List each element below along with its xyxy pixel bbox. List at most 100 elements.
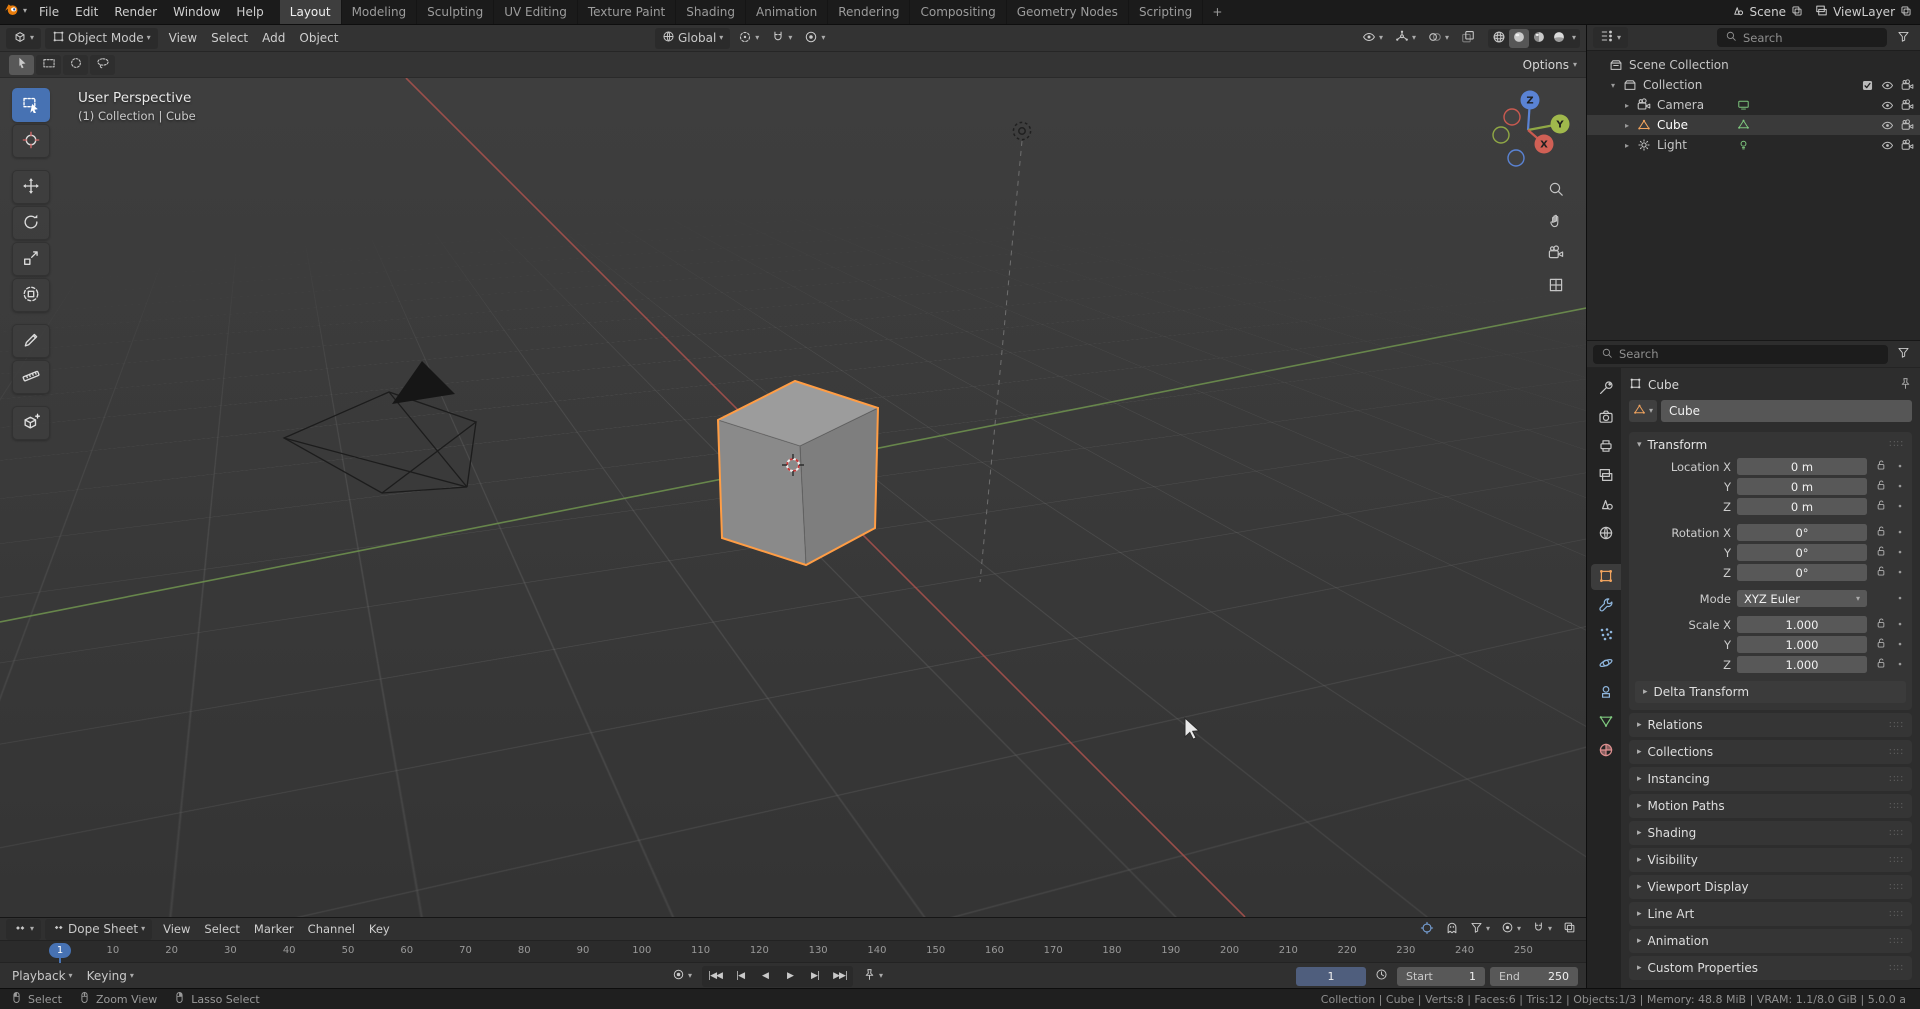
animate-dot[interactable] — [1894, 618, 1906, 632]
object-name-input[interactable] — [1661, 400, 1912, 422]
workspace-tab-texture-paint[interactable]: Texture Paint — [578, 0, 677, 24]
pan-button[interactable] — [1544, 210, 1568, 234]
transport-play[interactable]: ▶ — [778, 967, 802, 986]
outliner-search[interactable]: Search — [1717, 28, 1887, 47]
outliner-row-camera[interactable]: ▸ Camera — [1587, 95, 1920, 115]
camera-toggle[interactable] — [1901, 78, 1914, 92]
viewport-menu-object[interactable]: Object — [292, 31, 345, 45]
frame-start-field[interactable]: Start 1 — [1397, 966, 1485, 986]
timeline-ruler[interactable]: 10 20 30 40 50 60 70 80 90 100 110 120 130 140 150 160 1… — [0, 941, 1586, 964]
lock-icon[interactable] — [1873, 565, 1888, 580]
properties-tab-render[interactable] — [1591, 405, 1621, 431]
properties-tab-view-layer[interactable] — [1591, 463, 1621, 489]
panel-viewport-display[interactable]: ▸ Viewport Display ∷∷ — [1629, 875, 1912, 899]
shading-solid-button[interactable] — [1508, 28, 1529, 48]
move-tool-button[interactable] — [12, 170, 50, 204]
eye-toggle[interactable] — [1881, 99, 1894, 112]
new-scene-icon[interactable] — [1791, 5, 1803, 20]
panel-drag-handle[interactable]: ∷∷ — [1889, 801, 1904, 812]
keying-popover[interactable]: Keying ▾ — [83, 966, 138, 987]
panel-drag-handle[interactable]: ∷∷ — [1889, 936, 1904, 947]
panel-drag-handle[interactable]: ∷∷ — [1889, 855, 1904, 866]
scale-tool-button[interactable] — [12, 242, 50, 276]
disclosure-icon[interactable]: ▸ — [1621, 101, 1633, 110]
camera-view-button[interactable] — [1544, 242, 1568, 266]
checkbox-toggle[interactable] — [1861, 79, 1874, 92]
animate-dot[interactable] — [1894, 658, 1906, 672]
playhead[interactable]: 1 — [49, 943, 71, 964]
light-object[interactable] — [979, 121, 1032, 583]
properties-tab-material[interactable] — [1591, 738, 1621, 764]
properties-search[interactable]: Search — [1593, 344, 1888, 364]
transport-jump-to-prev-keyframe[interactable]: |◀ — [728, 967, 752, 986]
panel-drag-handle[interactable]: ∷∷ — [1889, 963, 1904, 974]
panel-relations[interactable]: ▸ Relations ∷∷ — [1629, 713, 1912, 737]
menu-edit[interactable]: Edit — [67, 0, 106, 24]
frame-end-field[interactable]: End 250 — [1490, 966, 1578, 986]
id-type-button[interactable]: ▾ — [1629, 400, 1658, 422]
camera-toggle[interactable] — [1901, 138, 1914, 152]
add-workspace-button[interactable]: + — [1203, 0, 1231, 24]
dope-menu-key[interactable]: Key — [362, 922, 397, 936]
rotation-x-field[interactable]: 0° — [1737, 524, 1867, 541]
editor-type-button[interactable]: ▾ — [1593, 27, 1629, 48]
axis-z-negative[interactable] — [1507, 149, 1525, 167]
properties-tab-world[interactable] — [1591, 521, 1621, 547]
mode-dropdown[interactable]: XYZ Euler ▾ — [1737, 590, 1867, 607]
eye-toggle[interactable] — [1881, 139, 1894, 152]
dope-menu-view[interactable]: View — [156, 922, 197, 936]
properties-filter-button[interactable] — [1893, 344, 1914, 365]
dope-sheet-mode-dropdown[interactable]: Dope Sheet ▾ — [45, 918, 153, 940]
menu-window[interactable]: Window — [165, 0, 228, 24]
blender-menu-button[interactable]: ▾ — [0, 0, 31, 21]
panel-custom-properties[interactable]: ▸ Custom Properties ∷∷ — [1629, 956, 1912, 980]
snap-dropdown[interactable]: ▾ — [1528, 920, 1556, 939]
dope-menu-channel[interactable]: Channel — [301, 922, 362, 936]
playback-popover[interactable]: Playback ▾ — [8, 966, 77, 987]
panel-shading[interactable]: ▸ Shading ∷∷ — [1629, 821, 1912, 845]
select-mode-tweak-button[interactable] — [9, 54, 34, 75]
pin-id-toggle[interactable]: ▾ — [859, 966, 887, 987]
properties-tab-object[interactable] — [1591, 564, 1621, 590]
workspace-tab-sculpting[interactable]: Sculpting — [417, 0, 495, 24]
viewport-menu-view[interactable]: View — [162, 31, 204, 45]
y-field[interactable]: 0° — [1737, 544, 1867, 561]
annotate-tool-button[interactable] — [12, 324, 50, 358]
toggle-ortho-button[interactable] — [1544, 274, 1568, 298]
select-box-tool-button[interactable] — [12, 88, 50, 122]
viewport-canvas[interactable]: User Perspective (1) Collection | Cube Z… — [0, 78, 1586, 917]
axis-y-negative[interactable] — [1492, 126, 1510, 144]
viewport-menu-add[interactable]: Add — [255, 31, 292, 45]
properties-tab-scene[interactable] — [1591, 492, 1621, 518]
outliner-filter-button[interactable] — [1893, 27, 1914, 48]
animate-dot[interactable] — [1894, 460, 1906, 474]
filter-dropdown[interactable]: ▾ — [1466, 920, 1494, 939]
dope-menu-marker[interactable]: Marker — [247, 922, 301, 936]
panel-drag-handle[interactable]: ∷∷ — [1889, 828, 1904, 839]
panel-drag-handle[interactable]: ∷∷ — [1889, 774, 1904, 785]
copy-button[interactable] — [1559, 920, 1580, 939]
animate-dot[interactable] — [1894, 592, 1906, 606]
outliner-row-scene-collection[interactable]: Scene Collection — [1587, 55, 1920, 75]
outliner-row-collection[interactable]: ▾ Collection — [1587, 75, 1920, 95]
options-dropdown[interactable]: Options ▾ — [1523, 58, 1577, 72]
location-x-field[interactable]: 0 m — [1737, 458, 1867, 475]
camera-toggle[interactable] — [1901, 118, 1914, 132]
camera-toggle[interactable] — [1901, 98, 1914, 112]
animate-dot[interactable] — [1894, 566, 1906, 580]
z-field[interactable]: 0° — [1737, 564, 1867, 581]
disclosure-icon[interactable]: ▾ — [1607, 81, 1619, 90]
eye-toggle[interactable] — [1881, 79, 1894, 92]
current-frame-pill[interactable]: 1 — [49, 943, 71, 958]
properties-tab-output[interactable] — [1591, 434, 1621, 460]
select-mode-circle-button[interactable] — [63, 54, 88, 75]
dope-menu-select[interactable]: Select — [197, 922, 246, 936]
panel-instancing[interactable]: ▸ Instancing ∷∷ — [1629, 767, 1912, 791]
animate-dot[interactable] — [1894, 480, 1906, 494]
scale-x-field[interactable]: 1.000 — [1737, 616, 1867, 633]
select-mode-box-button[interactable] — [36, 54, 61, 75]
lock-icon[interactable] — [1873, 545, 1888, 560]
proportional-edit-toggle[interactable]: ▾ — [1497, 920, 1525, 939]
current-frame-field[interactable]: 1 — [1296, 966, 1366, 986]
workspace-tab-layout[interactable]: Layout — [279, 0, 342, 24]
